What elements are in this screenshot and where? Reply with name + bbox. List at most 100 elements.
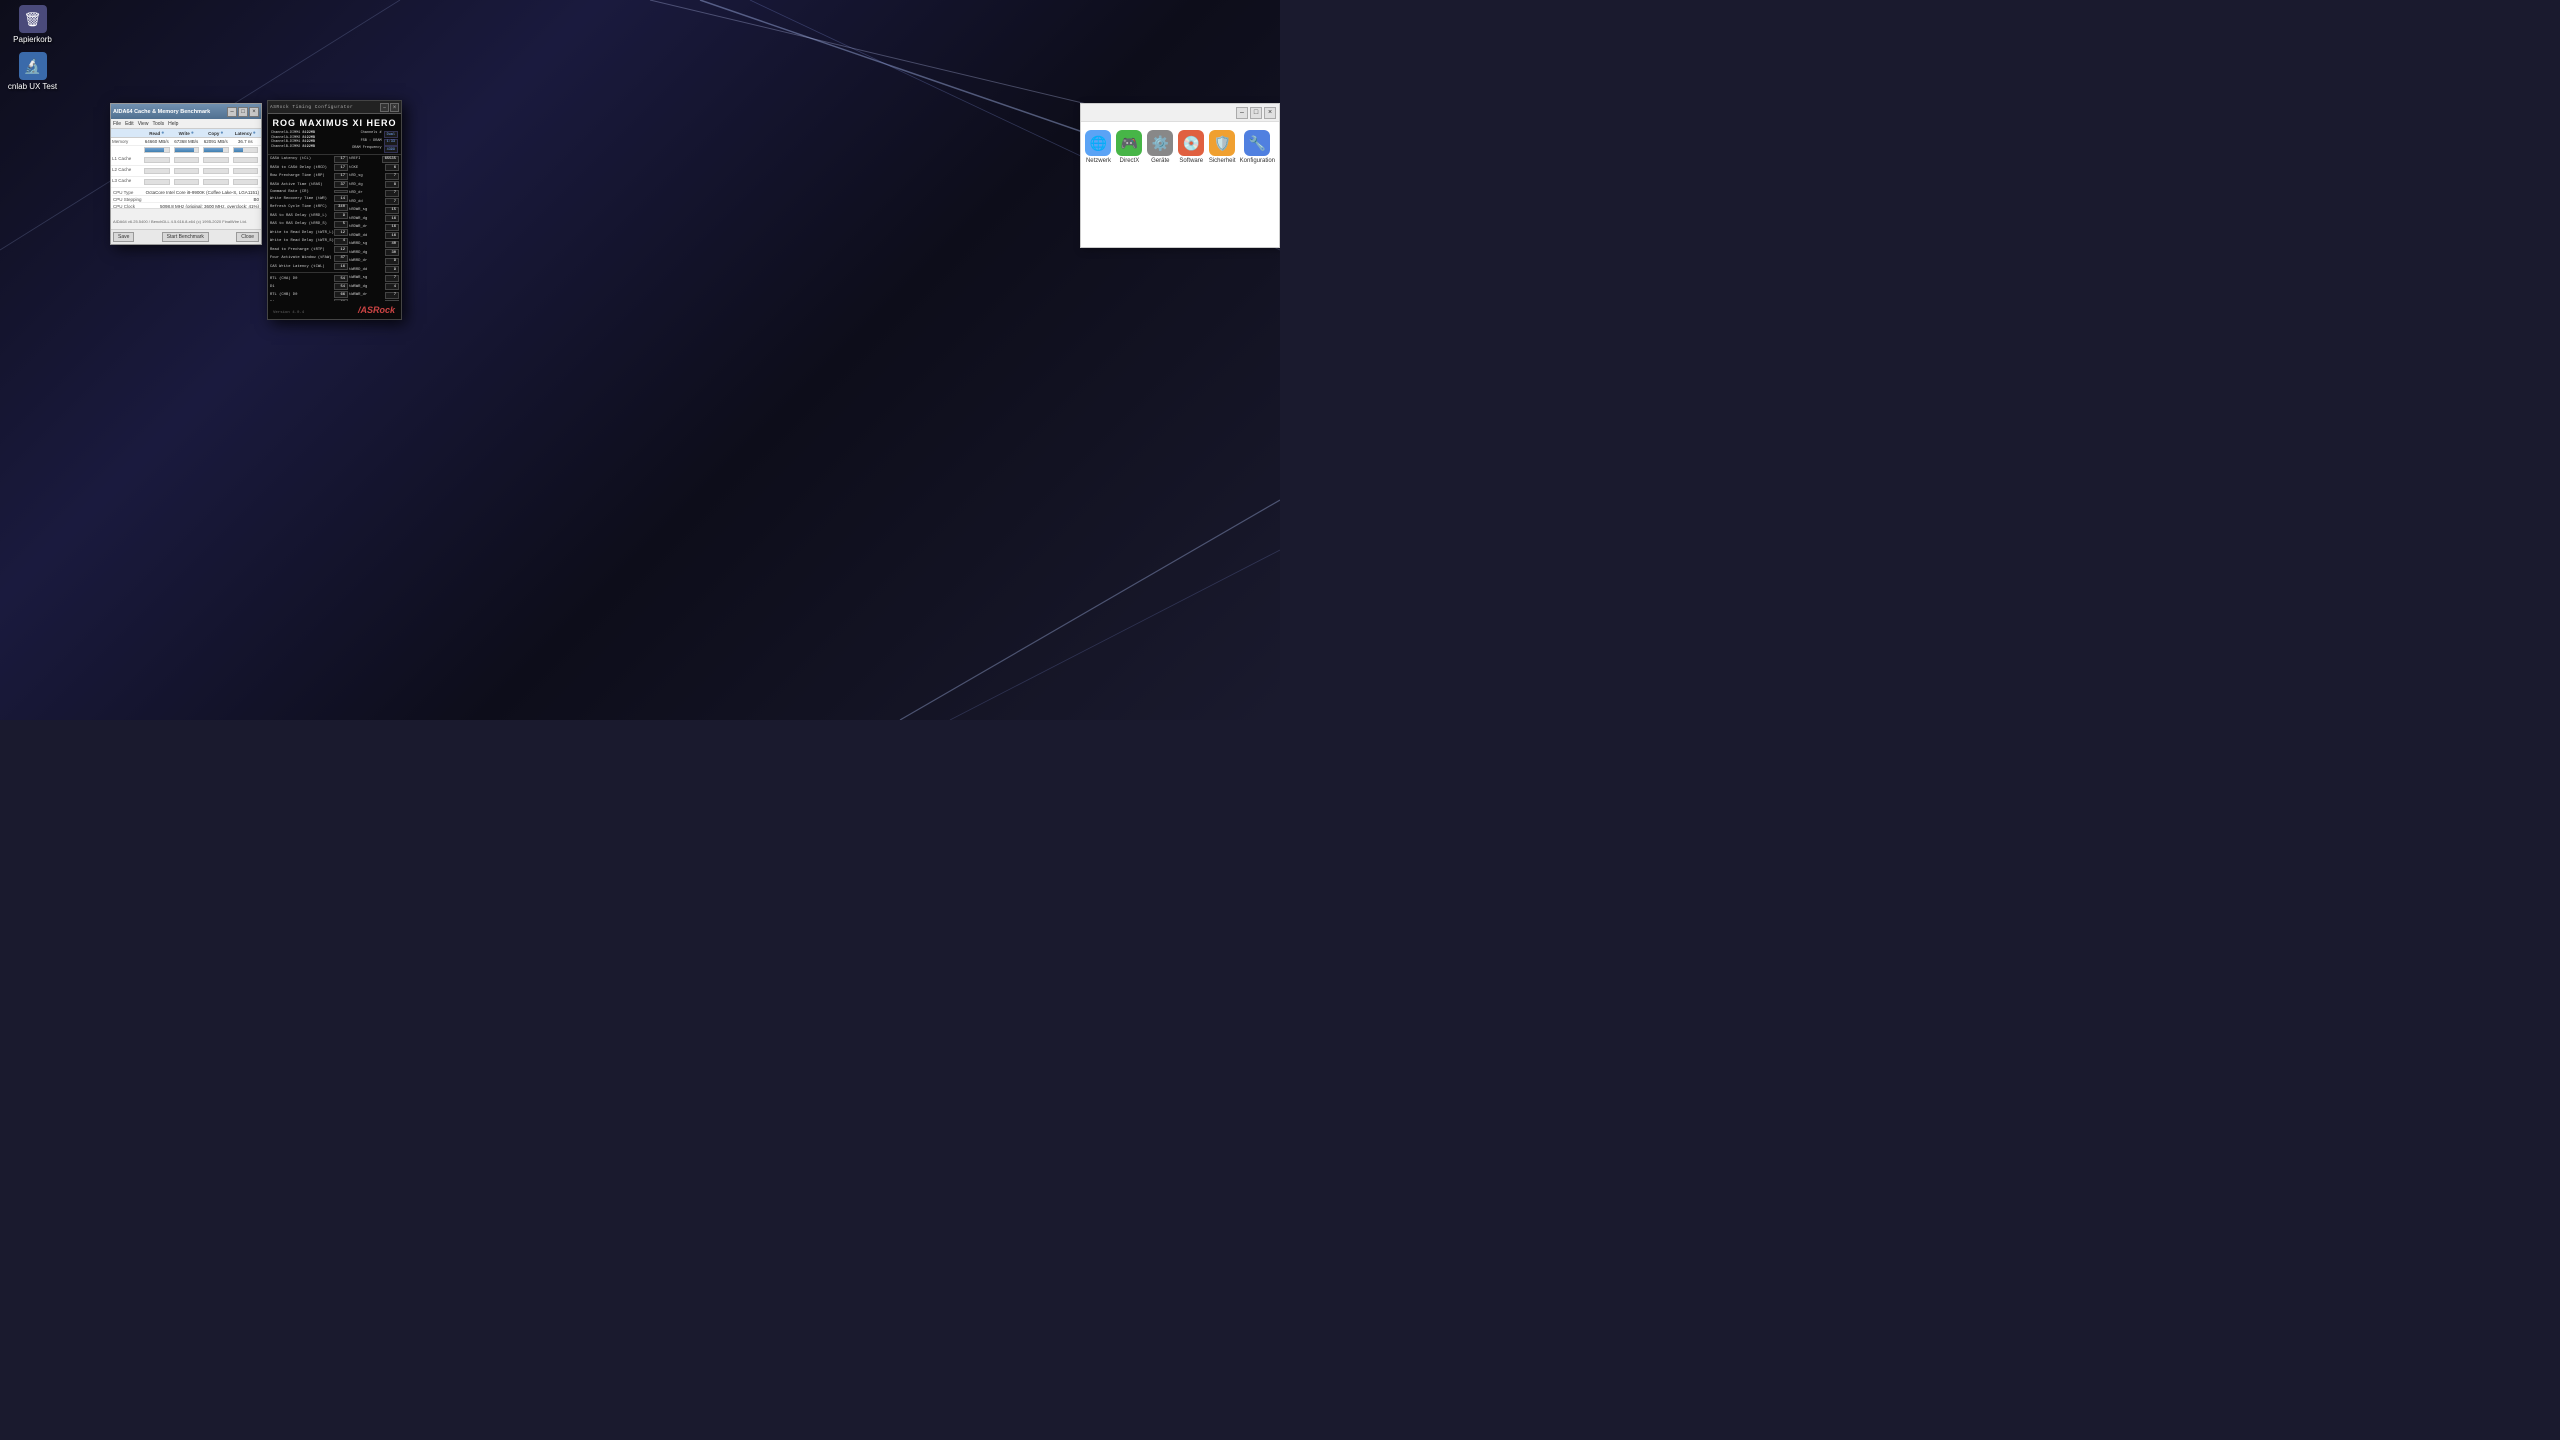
aida-menu-help[interactable]: Help xyxy=(168,121,178,127)
aida-copy-bar xyxy=(203,147,229,153)
settings-icons-grid: 🌐 Netzwerk 🎮 DirectX ⚙️ Geräte 💿 Softwar… xyxy=(1081,122,1279,247)
settings-icon-software[interactable]: 💿 Software xyxy=(1178,130,1205,239)
settings-icon-netzwerk[interactable]: 🌐 Netzwerk xyxy=(1085,130,1112,239)
asrock-trd-dr-row: tRD_dr 7 xyxy=(349,189,399,197)
aida-buttons: Save Start Benchmark Close xyxy=(111,229,261,244)
asrock-rtl-cha-d0-row: RTL (CHA) D0 54 xyxy=(270,275,348,283)
asrock-trcd-value: 17 xyxy=(334,164,348,171)
asrock-trdwr-sg-label: tRDWR_sg xyxy=(349,208,385,212)
aida-read-bar xyxy=(144,147,170,153)
asrock-twrrd-sg-label: tWRRD_sg xyxy=(349,242,385,246)
cnlab-label: cnlab UX Test xyxy=(8,82,57,91)
asrock-cr-row: Command Rate (CR) xyxy=(270,189,348,194)
aida-l3-copy-bar xyxy=(203,179,229,185)
asrock-trdwr-dr-row: tRDWR_dr 16 xyxy=(349,223,399,231)
asrock-tcke-row: tCKE 6 xyxy=(349,164,399,172)
asrock-rtl-chb-d1-label: D1 xyxy=(270,301,334,302)
aida-menu-file[interactable]: File xyxy=(113,121,121,127)
desktop-icons: 🗑 Papierkorb 🔬 cnlab UX Test xyxy=(5,5,60,91)
asrock-twrrd-dr-label: tWRRD_dr xyxy=(349,259,385,263)
asrock-chanA-dim1-val: 8192MB xyxy=(302,131,315,135)
asrock-hero-title: ROG MAXIMUS XI HERO xyxy=(268,114,401,130)
aida-footer-text: AIDA64 v6.25.5400 / BenchDLL 4.5.616.8-x… xyxy=(113,219,247,224)
aida-cpu-stepping-row: CPU Stepping B0 xyxy=(112,196,260,203)
asrock-minimize-btn[interactable]: – xyxy=(380,103,389,112)
aida-menu-edit[interactable]: Edit xyxy=(125,121,134,127)
asrock-trdwr-dd-value: 16 xyxy=(385,232,399,239)
asrock-chanB-dim2: ChannelB-DIMM2 8192MB xyxy=(271,145,315,149)
asrock-rtl-chb-d0-label: RTL (CHB) D0 xyxy=(270,293,334,297)
aida-l1-write-bar xyxy=(174,157,200,163)
aida-l1-read-bar xyxy=(144,157,170,163)
aida-memory-label: Memory xyxy=(112,139,142,144)
asrock-trcd-row: RAS# to CAS# Delay (tRCD) 17 xyxy=(270,164,348,172)
settings-icon-gerate[interactable]: ⚙️ Geräte xyxy=(1147,130,1174,239)
asrock-timing-content: CAS# Latency (tCL) 17 RAS# to CAS# Delay… xyxy=(268,155,401,301)
aida-minimize-btn[interactable]: – xyxy=(227,107,237,117)
asrock-twr-row: Write Recovery Time (tWR) 14 xyxy=(270,195,348,203)
netzwerk-icon: 🌐 xyxy=(1085,130,1111,156)
aida-l2-read-bar xyxy=(144,168,170,174)
desktop-icon-papierkorb[interactable]: 🗑 Papierkorb xyxy=(5,5,60,44)
aida-l3-latency-bar xyxy=(233,179,259,185)
sicherheit-icon: 🛡️ xyxy=(1209,130,1235,156)
asrock-trd-sg-value: 7 xyxy=(385,173,399,180)
aida-menu-tools[interactable]: Tools xyxy=(152,121,164,127)
asrock-chanB-dim1: ChannelB-DIMM1 8192MB xyxy=(271,140,315,144)
asrock-trrd-s-label: RAS to RAS Delay (tRRD_S) xyxy=(270,222,334,226)
desktop-icon-cnlab[interactable]: 🔬 cnlab UX Test xyxy=(5,52,60,91)
settings-minimize-btn[interactable]: – xyxy=(1236,107,1248,119)
settings-icon-konfiguration[interactable]: 🔧 Konfiguration xyxy=(1240,130,1275,239)
asrock-cr-label: Command Rate (CR) xyxy=(270,190,334,194)
asrock-trtp-value: 12 xyxy=(334,246,348,253)
settings-close-btn[interactable]: × xyxy=(1264,107,1276,119)
aida-memory-read: 64660 MB/s xyxy=(142,139,172,144)
settings-panel: – □ × 🌐 Netzwerk 🎮 DirectX ⚙️ Geräte 💿 S… xyxy=(1080,103,1280,248)
asrock-trrd-l-value: 9 xyxy=(334,212,348,219)
asrock-fsb-value: 1:33 xyxy=(384,139,398,146)
asrock-trdwr-dr-value: 16 xyxy=(385,224,399,231)
settings-icon-sicherheit[interactable]: 🛡️ Sicherheit xyxy=(1209,130,1236,239)
aida-write-label: Write xyxy=(179,131,190,136)
asrock-dram-freq-value: 4399 xyxy=(384,146,398,153)
asrock-fsb-label: FSB : DRAM xyxy=(361,139,382,146)
asrock-chanB-dim1-label: ChannelB-DIMM1 xyxy=(271,140,300,144)
asrock-titlebar: ASRock Timing Configurator – × xyxy=(268,101,401,114)
asrock-twrrd-dd-value: 9 xyxy=(385,266,399,273)
asrock-twrwr-sg-row: tWRWR_sg 7 xyxy=(349,274,399,282)
aida-close-btn-bottom[interactable]: Close xyxy=(236,232,259,242)
asrock-chanB-dim2-label: ChannelB-DIMM2 xyxy=(271,145,300,149)
aida-start-btn[interactable]: Start Benchmark xyxy=(162,232,209,242)
asrock-trdwr-dg-label: tRDWR_dg xyxy=(349,217,385,221)
aida-menu-view[interactable]: View xyxy=(138,121,149,127)
aida-close-btn[interactable]: × xyxy=(249,107,259,117)
asrock-twrrd-sg-row: tWRRD_sg 40 xyxy=(349,240,399,248)
asrock-twtrs-row: Write to Read Delay (tWTR_S) 4 xyxy=(270,237,348,245)
aida-titlebar-buttons: – □ × xyxy=(227,107,259,117)
asrock-close-btn[interactable]: × xyxy=(390,103,399,112)
asrock-tcwl-value: 16 xyxy=(334,263,348,270)
aida-l1-copy-bar xyxy=(203,157,229,163)
aida-save-btn[interactable]: Save xyxy=(113,232,134,242)
aida-footer: AIDA64 v6.25.5400 / BenchDLL 4.5.616.8-x… xyxy=(111,208,261,229)
asrock-trd-dd-row: tRD_dd 7 xyxy=(349,198,399,206)
asrock-trrd-s-row: RAS to RAS Delay (tRRD_S) 5 xyxy=(270,220,348,228)
aida-maximize-btn[interactable]: □ xyxy=(238,107,248,117)
directx-icon: 🎮 xyxy=(1116,130,1142,156)
asrock-tcl-row: CAS# Latency (tCL) 17 xyxy=(270,155,348,163)
aida-title: AIDA64 Cache & Memory Benchmark xyxy=(113,109,210,115)
settings-maximize-btn[interactable]: □ xyxy=(1250,107,1262,119)
asrock-twrrd-dd-label: tWRRD_dd xyxy=(349,268,385,272)
asrock-tras-label: RAS# Active Time (tRAS) xyxy=(270,183,334,187)
asrock-twrrd-dg-row: tWRRD_dg 30 xyxy=(349,249,399,257)
asrock-dram-freq-row: DRAM Frequency 4399 xyxy=(352,146,398,153)
asrock-trdwr-dg-row: tRDWR_dg 16 xyxy=(349,215,399,223)
asrock-twrwr-dg-row: tWRWR_dg 4 xyxy=(349,283,399,291)
settings-icon-directx[interactable]: 🎮 DirectX xyxy=(1116,130,1143,239)
desktop: 🗑 Papierkorb 🔬 cnlab UX Test – □ × 🌐 Net… xyxy=(0,0,1280,720)
asrock-trp-label: Row Precharge Time (tRP) xyxy=(270,174,334,178)
asrock-title: ASRock Timing Configurator xyxy=(270,105,353,110)
asrock-tcl-label: CAS# Latency (tCL) xyxy=(270,157,334,161)
aida-l1-label: L1 Cache xyxy=(112,156,142,164)
asrock-chanA-dim1-label: ChannelA-DIMM1 xyxy=(271,131,300,135)
